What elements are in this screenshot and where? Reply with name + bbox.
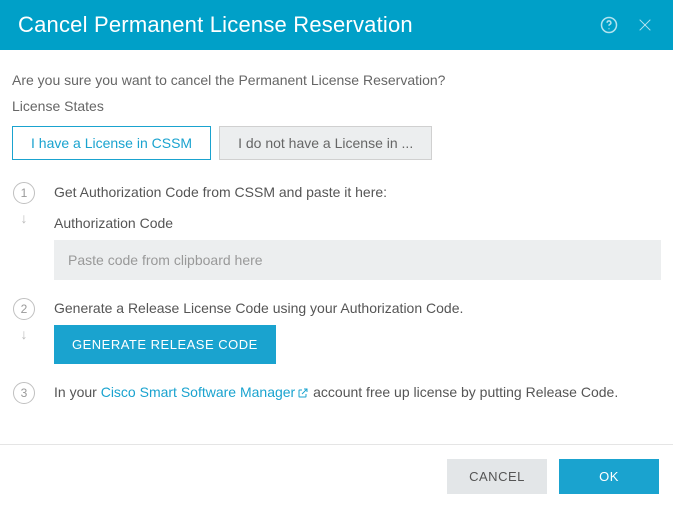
step-3-prefix: In your [54, 384, 101, 400]
generate-release-code-button[interactable]: GENERATE RELEASE CODE [54, 325, 276, 364]
dialog-header: Cancel Permanent License Reservation [0, 0, 673, 50]
step-body: Get Authorization Code from CSSM and pas… [54, 182, 661, 280]
license-states-label: License States [12, 98, 661, 114]
auth-code-input[interactable] [54, 240, 661, 280]
tab-no-license[interactable]: I do not have a License in ... [219, 126, 432, 160]
ok-button[interactable]: OK [559, 459, 659, 494]
steps: 1 ↓ Get Authorization Code from CSSM and… [12, 182, 661, 404]
auth-code-label: Authorization Code [54, 213, 661, 234]
step-3: 3 In your Cisco Smart Software Manager a… [12, 382, 661, 404]
step-number: 2 [13, 298, 35, 320]
tabs: I have a License in CSSM I do not have a… [12, 126, 661, 160]
step-body: In your Cisco Smart Software Manager acc… [54, 382, 661, 403]
step-indicator: 2 ↓ [12, 298, 36, 342]
header-actions [599, 15, 655, 35]
arrow-down-icon: ↓ [21, 210, 28, 226]
dialog-content: Are you sure you want to cancel the Perm… [0, 50, 673, 432]
step-body: Generate a Release License Code using yo… [54, 298, 661, 364]
step-indicator: 1 ↓ [12, 182, 36, 226]
step-number: 3 [13, 382, 35, 404]
dialog-footer: CANCEL OK [0, 444, 673, 508]
tab-have-license[interactable]: I have a License in CSSM [12, 126, 211, 160]
confirm-text: Are you sure you want to cancel the Perm… [12, 72, 661, 88]
cssm-link[interactable]: Cisco Smart Software Manager [101, 384, 310, 400]
arrow-down-icon: ↓ [21, 326, 28, 342]
external-link-icon [297, 387, 309, 399]
close-icon[interactable] [635, 15, 655, 35]
step-indicator: 3 [12, 382, 36, 404]
step-1: 1 ↓ Get Authorization Code from CSSM and… [12, 182, 661, 280]
step-2: 2 ↓ Generate a Release License Code usin… [12, 298, 661, 364]
dialog-title: Cancel Permanent License Reservation [18, 12, 413, 38]
link-text: Cisco Smart Software Manager [101, 384, 296, 400]
help-icon[interactable] [599, 15, 619, 35]
step-3-suffix: account free up license by putting Relea… [309, 384, 618, 400]
step-number: 1 [13, 182, 35, 204]
cancel-button[interactable]: CANCEL [447, 459, 547, 494]
step-1-text: Get Authorization Code from CSSM and pas… [54, 182, 661, 203]
step-2-text: Generate a Release License Code using yo… [54, 298, 661, 319]
